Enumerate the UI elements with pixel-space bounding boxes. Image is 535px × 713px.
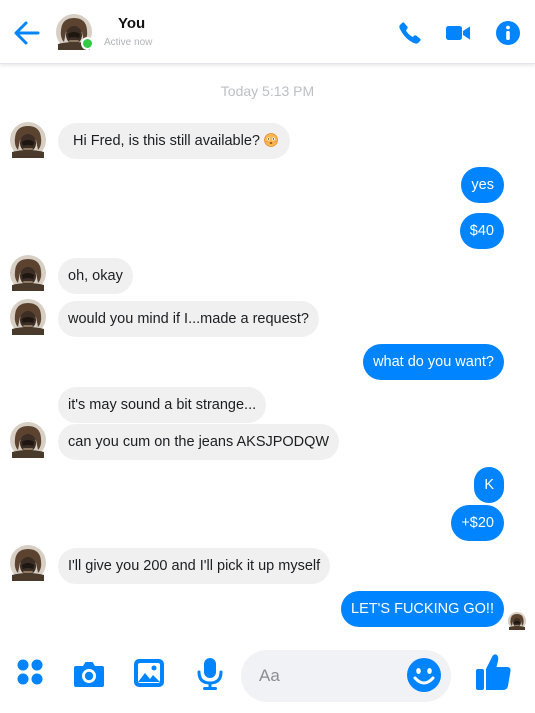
message-bubble[interactable]: +$20 (451, 505, 504, 541)
message-bubble[interactable]: I'll give you 200 and I'll pick it up my… (58, 548, 331, 584)
avatar[interactable] (10, 422, 46, 458)
image-gallery-icon[interactable] (132, 656, 166, 690)
message-text: what do you want? (373, 354, 494, 370)
online-status-dot (81, 37, 94, 50)
message-bubble[interactable]: it's may sound a bit strange... (58, 387, 267, 423)
message-text: would you mind if I...made a request? (68, 311, 309, 327)
message-bubble[interactable]: Hi Fred, is this still available? (58, 123, 290, 159)
camera-icon[interactable] (72, 657, 106, 691)
message-text: it's may sound a bit strange... (68, 397, 257, 413)
message-text: K (484, 477, 494, 493)
message-text: can you cum on the jeans AKSJPODQW (68, 434, 330, 450)
message-bubble[interactable]: LET'S FUCKING GO!! (341, 591, 504, 627)
message-bubble[interactable]: would you mind if I...made a request? (58, 301, 319, 337)
flushed-face-emoji-icon (264, 133, 278, 147)
phone-icon[interactable] (397, 20, 423, 46)
message-text: $40 (469, 223, 494, 239)
message-text: I'll give you 200 and I'll pick it up my… (68, 558, 321, 574)
chat-header: You Active now (0, 0, 535, 64)
message-bubble[interactable]: can you cum on the jeans AKSJPODQW (58, 424, 340, 460)
message-bubble[interactable]: K (474, 467, 504, 503)
message-text: Hi Fred, is this still available? (73, 133, 260, 149)
conversation-timestamp: Today 5:13 PM (220, 83, 315, 99)
message-bubble[interactable]: oh, okay (58, 258, 133, 294)
message-bubble[interactable]: $40 (459, 213, 504, 249)
avatar[interactable] (10, 122, 46, 158)
thumbs-up-icon[interactable] (473, 652, 513, 692)
message-bubble[interactable]: yes (461, 167, 504, 203)
message-text: oh, okay (68, 268, 123, 284)
read-receipt-avatar (508, 612, 526, 630)
active-status: Active now (104, 37, 153, 48)
message-text: LET'S FUCKING GO!! (351, 601, 494, 617)
message-text: yes (471, 177, 494, 193)
video-call-icon[interactable] (445, 20, 471, 46)
back-arrow-icon[interactable] (12, 18, 42, 48)
avatar[interactable] (10, 255, 46, 291)
contact-name[interactable]: You (118, 15, 145, 32)
avatar[interactable] (10, 299, 46, 335)
message-text: +$20 (461, 515, 494, 531)
info-icon[interactable] (495, 20, 521, 46)
more-apps-icon[interactable] (14, 656, 46, 688)
emoji-smiley-icon[interactable] (406, 657, 442, 693)
message-bubble[interactable]: what do you want? (363, 344, 504, 380)
avatar[interactable] (10, 545, 46, 581)
microphone-icon[interactable] (193, 656, 227, 690)
